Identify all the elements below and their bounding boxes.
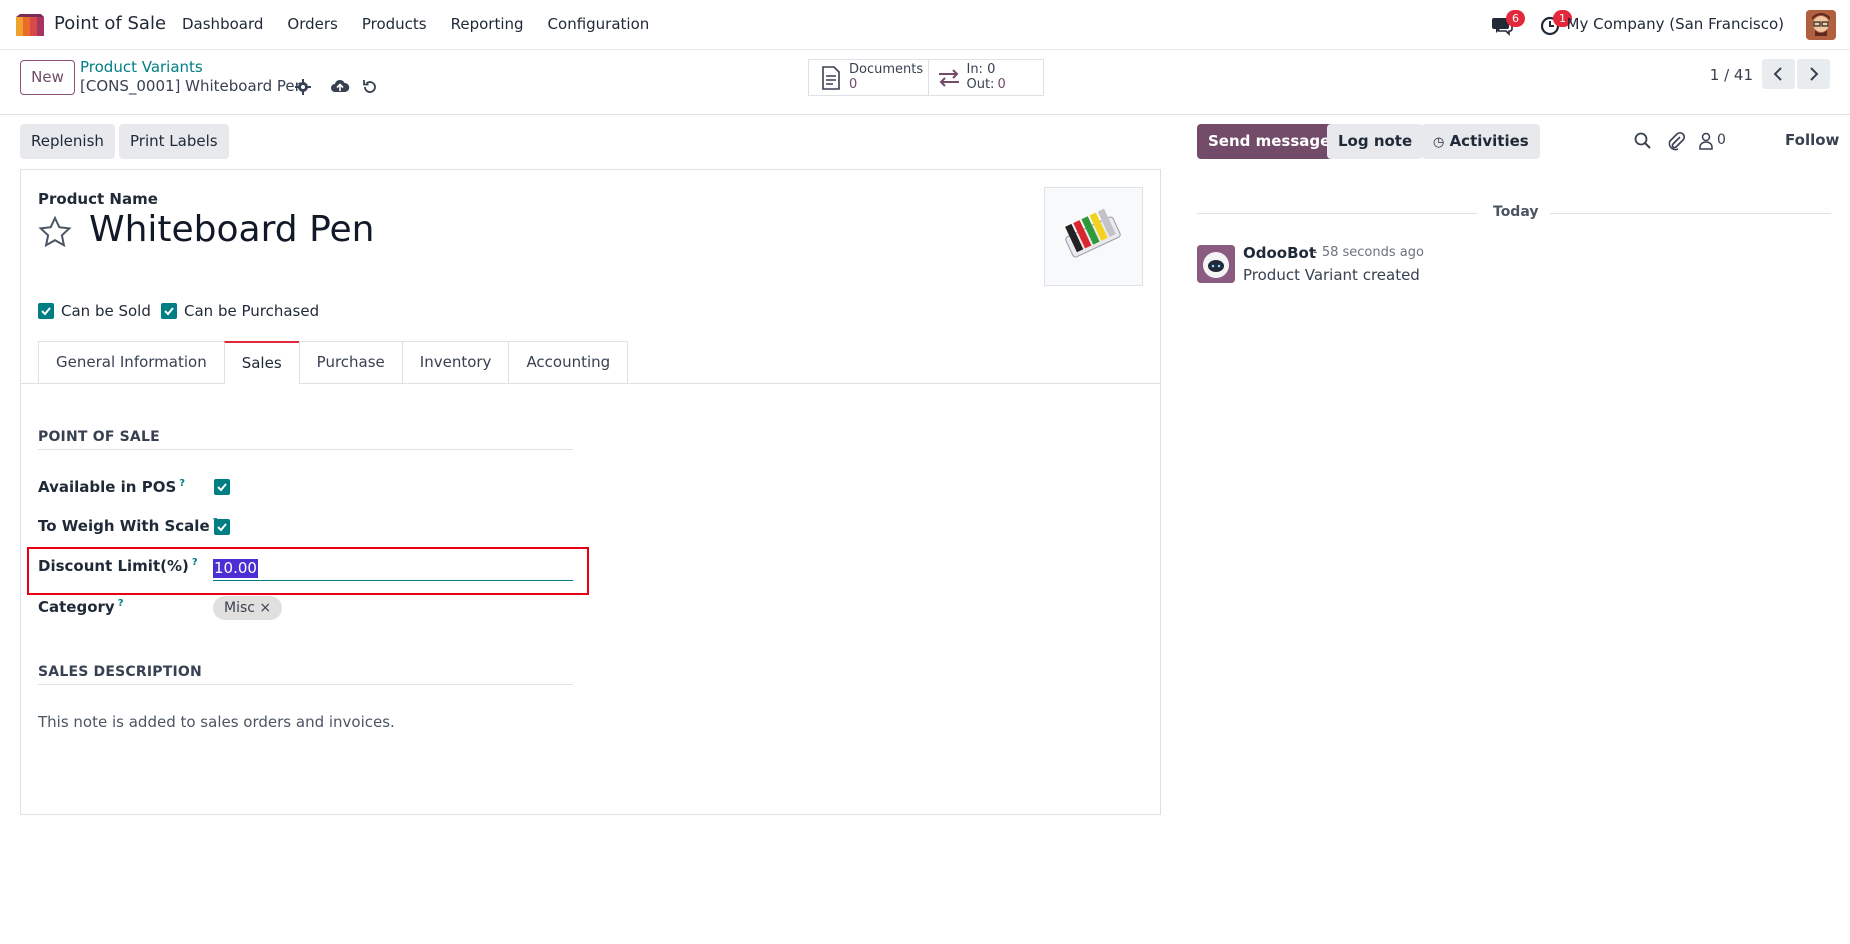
discount-limit-input[interactable] [213, 557, 573, 581]
pos-app-icon[interactable] [16, 14, 46, 36]
to-weigh-with-scale-label: To Weigh With Scale? [38, 517, 218, 535]
section-divider [38, 684, 573, 685]
smart-buttons: Documents 0 In: 0 Out: 0 [808, 59, 1044, 96]
can-be-sold-label: Can be Sold [61, 302, 151, 320]
tab-inventory[interactable]: Inventory [401, 341, 509, 384]
section-divider [38, 449, 573, 450]
send-message-button[interactable]: Send message [1197, 124, 1342, 159]
search-icon[interactable] [1633, 131, 1653, 151]
control-panel: New Product Variants [CONS_0001] Whitebo… [0, 50, 1850, 115]
help-tooltip-icon[interactable]: ? [179, 478, 185, 489]
favorite-star-icon[interactable] [37, 215, 73, 251]
menu-products[interactable]: Products [362, 15, 427, 33]
breadcrumb-product-variants[interactable]: Product Variants [80, 58, 203, 76]
clock-icon: ◷ [1433, 135, 1445, 150]
message-author[interactable]: OdooBot [1243, 244, 1316, 262]
discount-limit-selected-value: 10.00 [213, 559, 258, 578]
messages-badge: 6 [1506, 10, 1525, 27]
can-be-purchased-label: Can be Purchased [184, 302, 320, 320]
remove-tag-icon[interactable]: × [259, 600, 271, 616]
out-label: Out: [966, 77, 995, 92]
followers-button[interactable]: 0 [1699, 131, 1735, 151]
product-image[interactable] [1044, 187, 1143, 286]
print-labels-button[interactable]: Print Labels [119, 124, 229, 159]
help-tooltip-icon[interactable]: ? [118, 598, 124, 609]
user-icon [1699, 132, 1713, 150]
product-name-label: Product Name [38, 190, 158, 208]
pager-value[interactable]: 1 / 41 [1710, 66, 1753, 84]
to-weigh-with-scale-checkbox[interactable] [214, 519, 230, 535]
category-tag-label: Misc [224, 600, 255, 616]
discount-limit-label: Discount Limit(%)? [38, 557, 198, 575]
activities-button[interactable]: ◷ Activities [1422, 124, 1540, 159]
discard-undo-icon[interactable] [361, 78, 379, 96]
replenish-button[interactable]: Replenish [20, 124, 115, 159]
odoobot-avatar [1197, 245, 1235, 283]
gear-icon[interactable] [294, 78, 312, 96]
user-avatar[interactable] [1806, 10, 1836, 40]
document-icon [821, 66, 841, 94]
tab-general-information[interactable]: General Information [38, 341, 224, 384]
out-count: 0 [997, 77, 1006, 92]
point-of-sale-section-title: POINT OF SALE [38, 429, 160, 445]
notebook-tabs: General Information Sales Purchase Inven… [38, 341, 629, 384]
available-in-pos-checkbox[interactable] [214, 479, 230, 495]
main-menu: Dashboard Orders Products Reporting Conf… [182, 15, 673, 33]
chevron-right-icon [1810, 67, 1819, 81]
pager-previous-button[interactable] [1762, 59, 1795, 89]
documents-label: Documents [849, 62, 924, 77]
menu-configuration[interactable]: Configuration [548, 15, 650, 33]
paperclip-icon[interactable] [1666, 131, 1686, 151]
log-note-button[interactable]: Log note [1327, 124, 1424, 159]
chevron-left-icon [1773, 67, 1782, 81]
message-body: Product Variant created [1243, 266, 1420, 284]
help-tooltip-icon[interactable]: ? [192, 557, 198, 568]
company-switcher[interactable]: My Company (San Francisco) [1567, 15, 1784, 33]
tab-sales[interactable]: Sales [223, 341, 299, 384]
category-tag[interactable]: Misc × [213, 596, 283, 620]
activities-label: Activities [1449, 132, 1529, 150]
message-timestamp: - 58 seconds ago [1313, 245, 1424, 260]
documents-smart-button[interactable]: Documents 0 [809, 60, 930, 95]
record-title: [CONS_0001] Whiteboard Pen [80, 77, 305, 95]
can-be-sold-checkbox[interactable] [38, 303, 54, 319]
menu-orders[interactable]: Orders [287, 15, 337, 33]
app-title[interactable]: Point of Sale [54, 13, 166, 34]
product-name-field[interactable]: Whiteboard Pen [89, 209, 374, 250]
exchange-arrows-icon [937, 68, 961, 92]
documents-count: 0 [849, 77, 858, 92]
tab-accounting[interactable]: Accounting [508, 341, 629, 384]
top-navbar: Point of Sale Dashboard Orders Products … [0, 0, 1850, 50]
date-separator-line [1550, 213, 1831, 214]
category-label: Category? [38, 598, 124, 616]
in-count: In: 0 [966, 62, 996, 77]
tab-purchase[interactable]: Purchase [298, 341, 402, 384]
menu-reporting[interactable]: Reporting [451, 15, 524, 33]
sales-description-field[interactable]: This note is added to sales orders and i… [38, 713, 395, 731]
new-button[interactable]: New [20, 60, 75, 95]
pager-next-button[interactable] [1797, 59, 1830, 89]
followers-count: 0 [1717, 132, 1726, 148]
save-cloud-icon[interactable] [330, 78, 350, 96]
date-separator-label: Today [1493, 204, 1539, 220]
follow-button[interactable]: Follow [1785, 131, 1839, 149]
can-be-purchased-checkbox[interactable] [161, 303, 177, 319]
available-in-pos-label: Available in POS? [38, 478, 186, 496]
date-separator-line [1197, 213, 1477, 214]
sales-description-section-title: SALES DESCRIPTION [38, 664, 202, 680]
in-out-smart-button[interactable]: In: 0 Out: 0 [929, 60, 1043, 95]
menu-dashboard[interactable]: Dashboard [182, 15, 263, 33]
